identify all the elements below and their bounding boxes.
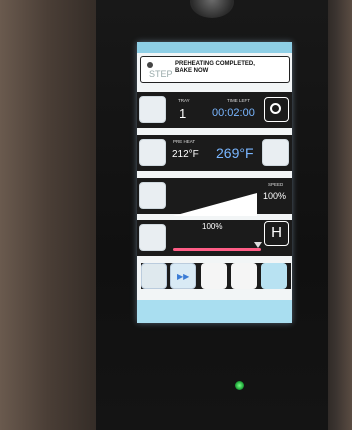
preheat-label: PRE HEAT	[173, 139, 196, 144]
touch-screen: STEP PREHEATING COMPLETED, BAKE NOW TRAY…	[137, 42, 292, 323]
step-label: STEP	[149, 69, 173, 79]
speed-value: 100%	[263, 191, 287, 201]
top-status-bar	[137, 42, 292, 53]
target-temperature: 269°F	[216, 145, 254, 161]
speed-ramp-fill	[173, 193, 257, 216]
tray-value: 1	[179, 106, 187, 121]
fan-button[interactable]	[139, 224, 166, 251]
fast-forward-icon: ▶▶	[177, 272, 190, 281]
option-button-2[interactable]	[231, 263, 257, 289]
speed-button[interactable]	[139, 182, 166, 209]
option-button-3[interactable]	[261, 263, 287, 289]
temp-up-button[interactable]	[262, 139, 289, 166]
tray-label: TRAY	[178, 98, 190, 103]
timer-icon[interactable]	[264, 97, 289, 122]
timer-row: TRAY 1 TIME LEFT 00:02:00	[137, 92, 292, 128]
power-led-indicator	[235, 381, 244, 390]
status-message: PREHEATING COMPLETED, BAKE NOW	[175, 61, 285, 75]
status-dot-icon	[147, 62, 153, 68]
current-temperature: 212°F	[172, 149, 199, 160]
option-button-1[interactable]	[201, 263, 227, 289]
bottom-status-bar	[137, 300, 292, 323]
fan-value: 100%	[202, 222, 223, 231]
status-message-box[interactable]: STEP PREHEATING COMPLETED, BAKE NOW	[140, 56, 290, 83]
fast-forward-button[interactable]: ▶▶	[170, 263, 196, 289]
humidity-button[interactable]: H	[264, 221, 289, 246]
time-left-label: TIME LEFT	[227, 98, 251, 103]
fan-slider-thumb[interactable]	[254, 242, 262, 248]
temp-down-button[interactable]	[139, 139, 166, 166]
bottom-button-bar: ▶▶	[141, 263, 291, 289]
speed-ramp-graph[interactable]	[173, 193, 257, 216]
time-left-value: 00:02:00	[212, 107, 255, 119]
temperature-row: PRE HEAT 212°F 269°F	[137, 135, 292, 171]
status-message-line2: BAKE NOW	[175, 68, 209, 74]
fan-slider-track[interactable]	[173, 248, 261, 251]
status-message-line1: PREHEATING COMPLETED,	[175, 61, 255, 67]
speed-label: SPEED	[268, 182, 284, 187]
stop-button[interactable]	[141, 263, 167, 289]
tray-button[interactable]	[139, 96, 166, 123]
